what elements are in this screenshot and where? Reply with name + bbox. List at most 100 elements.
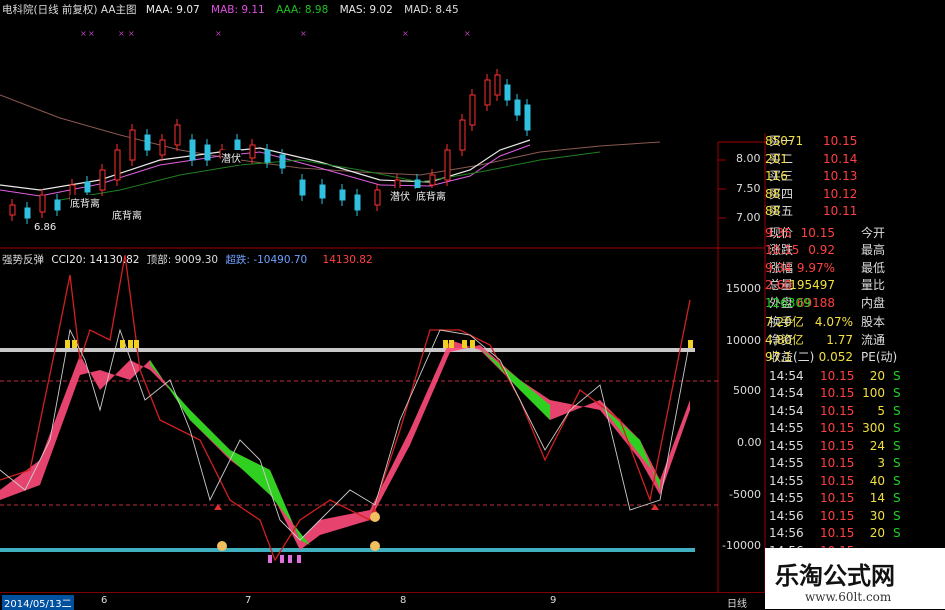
tick-side: S	[893, 421, 901, 435]
quote-panel: 买一 10.15 85071 买二 10.14 201 买三 10.13 116 买四 10.12 8…	[765, 133, 945, 558]
finance-value: 4.07%	[814, 315, 853, 329]
indicator-name: AA主图	[100, 4, 137, 16]
candle-body	[84, 181, 91, 193]
candle-body	[524, 104, 531, 131]
mas-value: MAS: 9.02	[339, 4, 393, 16]
quote-value: 2.60	[765, 278, 792, 292]
sub-chart-title: 强势反弹	[2, 254, 44, 266]
bid-price: 10.15	[823, 134, 858, 148]
tick-volume: 20	[869, 526, 885, 540]
finance-value: 4.80亿	[765, 332, 804, 347]
bid-volume: 88	[765, 186, 781, 201]
tick-price: 10.15	[820, 421, 855, 435]
candle-body	[189, 139, 196, 161]
stock-name: 电科院	[2, 4, 34, 16]
tick-volume: 5	[877, 403, 885, 418]
candle-body	[319, 184, 326, 199]
quote-label: 最低	[861, 260, 886, 275]
tick-side: S	[893, 386, 901, 400]
signal-mark: ×	[300, 29, 307, 38]
tick-row: 14:55 10.15 3 S	[765, 455, 945, 472]
finance-label: 流通	[861, 332, 886, 347]
tick-price: 10.15	[820, 491, 855, 505]
signal-mark: ×	[128, 29, 135, 38]
top-signal	[449, 340, 454, 348]
bid-price: 10.12	[823, 186, 858, 201]
price-tick: 7.50	[736, 182, 761, 195]
tick-time: 14:56	[769, 508, 804, 523]
cci-ribbon	[0, 340, 690, 550]
quote-label: 内盘	[861, 295, 886, 310]
tick-side: S	[893, 526, 901, 540]
aaa-value: AAA: 8.98	[276, 4, 329, 16]
tick-price: 10.15	[820, 386, 855, 400]
quote-row: 总量 195497 量比 2.60	[765, 277, 945, 294]
candle-body	[249, 144, 256, 159]
cci-value: CCI20: 14130.82	[51, 254, 140, 266]
candle-body	[339, 189, 346, 201]
signal-mark: ×	[118, 29, 125, 38]
divergence-label: 底背离	[112, 207, 142, 222]
tick-time: 14:54	[769, 403, 804, 418]
lurk-label: 潜伏	[390, 188, 410, 203]
tick-volume: 300	[862, 421, 885, 435]
candle-body	[114, 149, 121, 181]
bottom-signal	[268, 555, 272, 563]
tick-time: 14:55	[769, 456, 804, 470]
quote-row: 现价 10.15 今开 9.35	[765, 225, 945, 242]
cci-line	[0, 254, 691, 562]
tick-row: 14:54 10.15 20 S	[765, 368, 945, 385]
order-book-row: 买五 10.11 88	[765, 203, 945, 220]
tick-time: 14:54	[769, 386, 804, 400]
tick-volume: 100	[862, 386, 885, 400]
finance-value: 1.77	[826, 332, 853, 347]
order-book-row: 买二 10.14 201	[765, 151, 945, 168]
month-label: 8	[400, 595, 407, 606]
quote-value: 10.15	[765, 243, 800, 257]
bottom-signal	[288, 555, 292, 563]
period-label: (日线 前复权)	[33, 4, 98, 16]
finance-value: 97.1	[765, 350, 792, 364]
sub-current-value: 14130.82	[322, 254, 373, 266]
mad-value: MAD: 8.45	[404, 4, 459, 16]
tick-time: 14:55	[769, 421, 804, 435]
tick-side: S	[893, 456, 901, 470]
quote-label: 最高	[861, 243, 886, 257]
chart-header: 电科院(日线 前复权) AA主图 MAA: 9.07 MAB: 9.11 AAA…	[2, 2, 459, 17]
candle-body	[494, 74, 501, 96]
tick-side: S	[893, 368, 901, 383]
top-signal	[65, 340, 70, 348]
month-label: 9	[550, 595, 557, 606]
ma-line	[59, 151, 601, 201]
lurk-label: 潜伏	[221, 150, 241, 165]
bid-volume: 88	[765, 204, 781, 218]
tick-row: 14:55 10.15 24 S	[765, 438, 945, 455]
top-signal	[134, 340, 139, 348]
tick-row: 14:54 10.15 100 S	[765, 385, 945, 402]
quote-value: 9.35	[765, 225, 792, 240]
money-icon	[217, 541, 227, 551]
low-price-label: 6.86	[34, 222, 57, 233]
period-tab[interactable]: 日线	[727, 595, 747, 610]
tick-row: 14:56 10.15 20 S	[765, 525, 945, 542]
top-value: 顶部: 9009.30	[146, 254, 219, 266]
sub-chart-header: 强势反弹 CCI20: 14130.82 顶部: 9009.30 超跌: -10…	[2, 252, 373, 267]
finance-label: PE(动)	[861, 350, 898, 364]
top-signal	[470, 340, 475, 348]
tick-volume: 20	[869, 368, 885, 383]
tick-time: 14:55	[769, 473, 804, 488]
bid-price: 10.14	[823, 151, 858, 166]
candle-body	[469, 94, 476, 126]
mab-value: MAB: 9.11	[211, 4, 265, 16]
bottom-signal	[297, 555, 301, 563]
quote-row: 涨跌 0.92 最高 10.15	[765, 242, 945, 259]
candle-body	[9, 204, 16, 216]
candle-body	[429, 174, 436, 186]
sub-tick: 10000	[726, 334, 761, 347]
sub-tick: -5000	[729, 488, 761, 501]
tick-time: 14:54	[769, 368, 804, 383]
candle-body	[504, 84, 511, 101]
order-book-row: 买三 10.13 116	[765, 168, 945, 185]
candle-body	[414, 179, 421, 189]
tick-volume: 14	[869, 491, 885, 505]
